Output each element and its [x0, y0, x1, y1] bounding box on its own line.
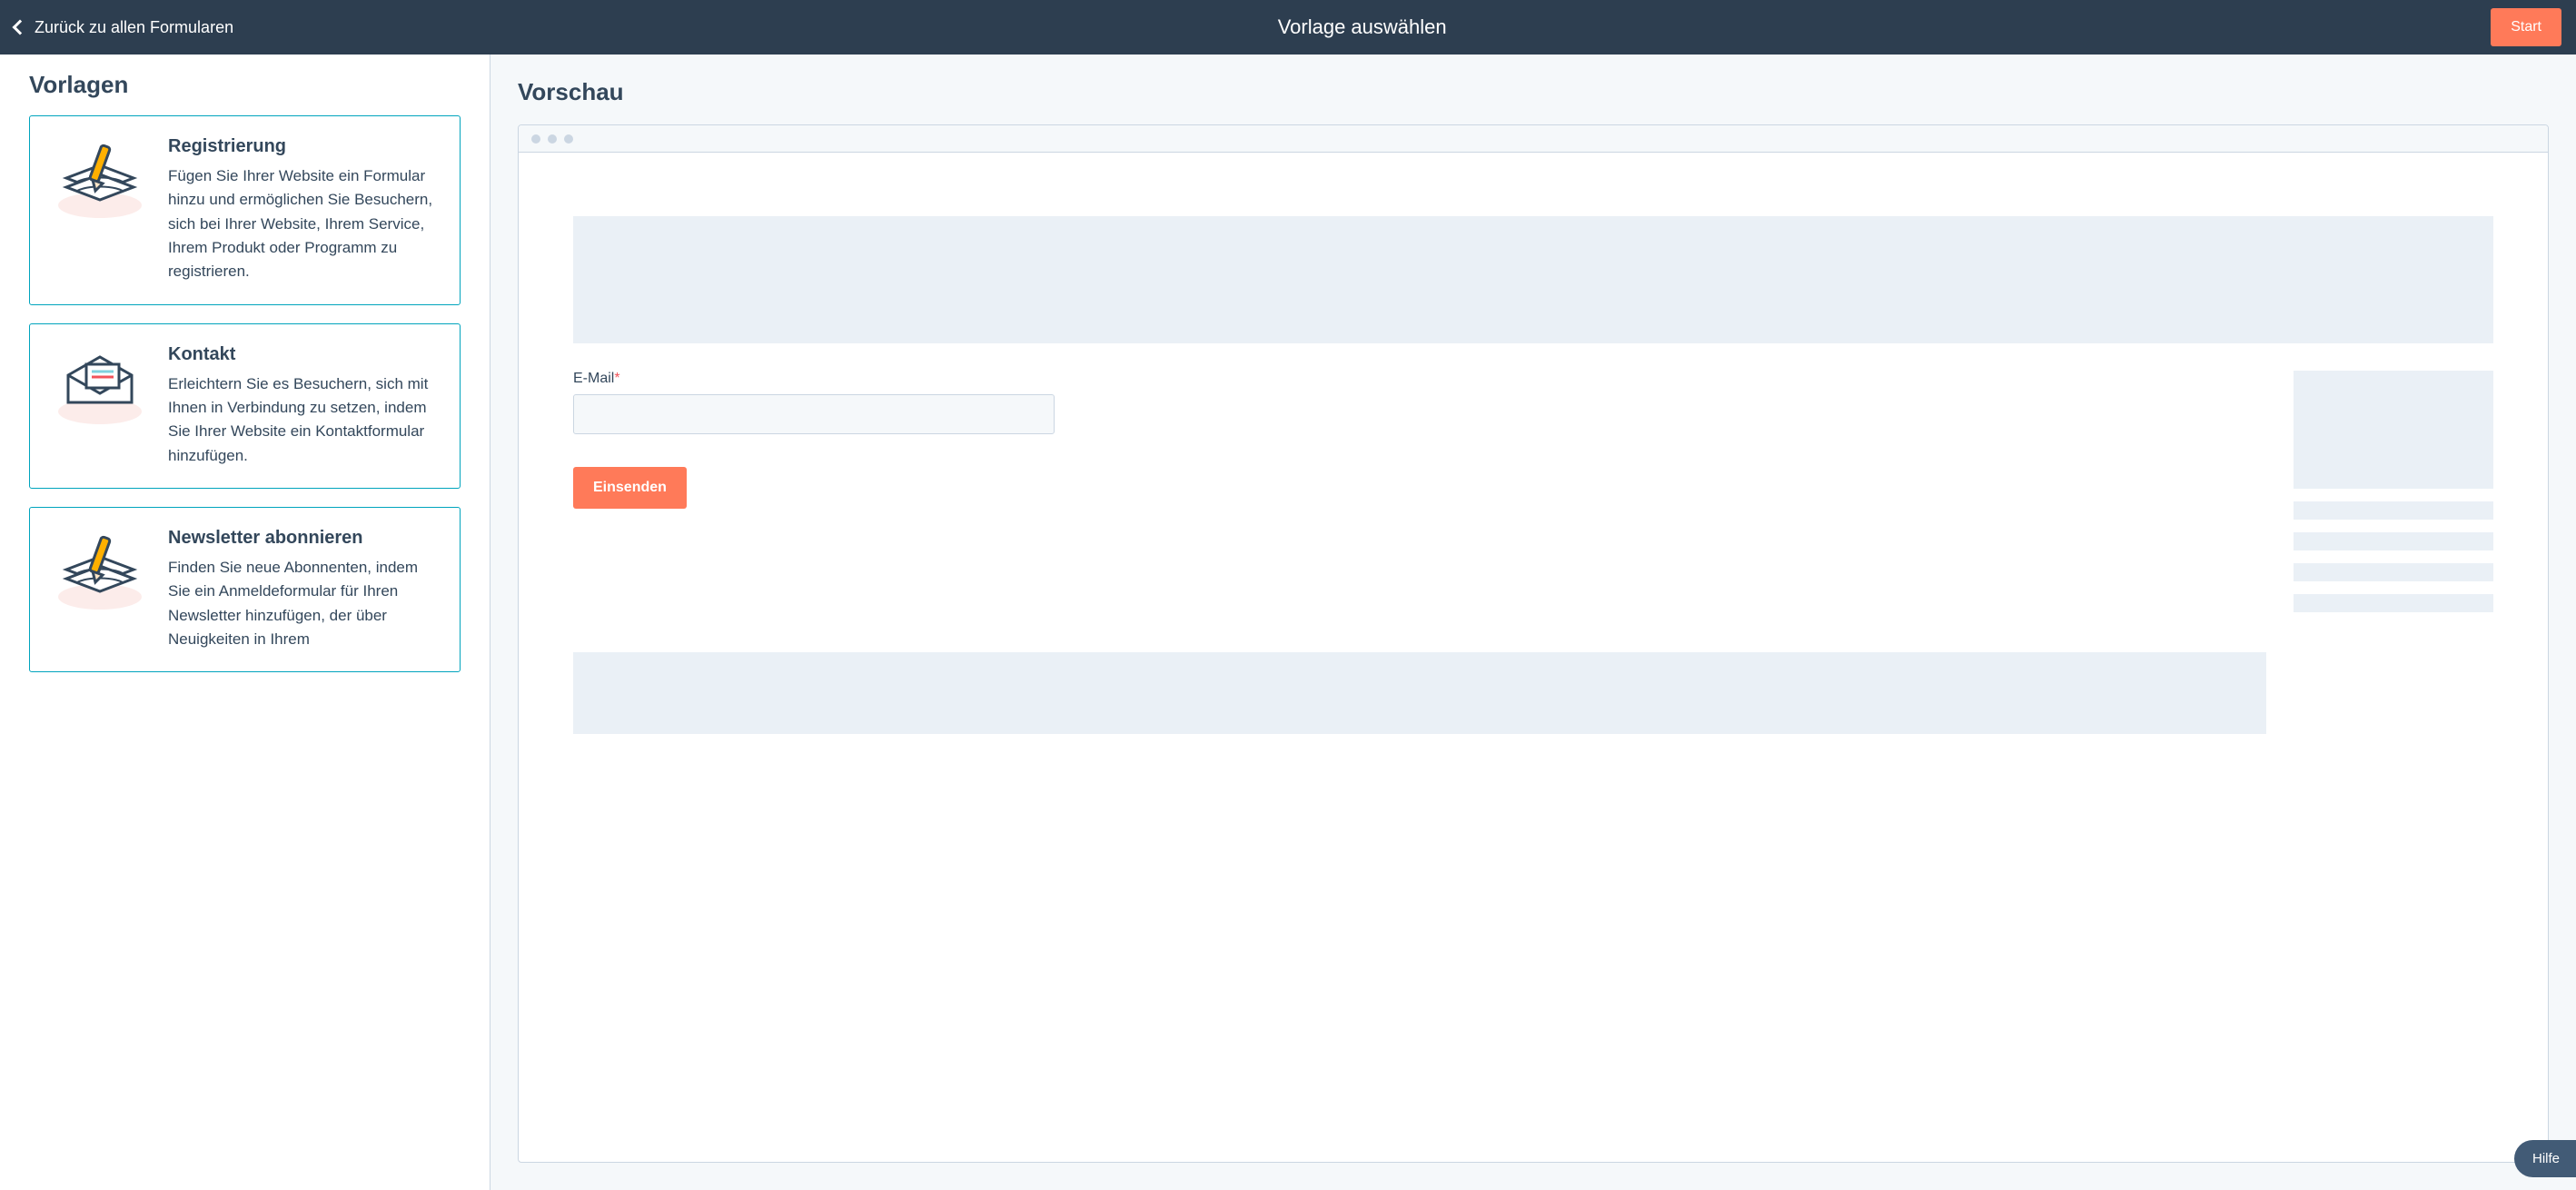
- content-placeholder: [573, 216, 2493, 343]
- sidebar-placeholders: [2294, 371, 2493, 625]
- submit-button[interactable]: Einsenden: [573, 467, 687, 509]
- preview-heading: Vorschau: [518, 78, 2549, 106]
- window-dot-icon: [531, 134, 540, 144]
- template-card-desc: Erleichtern Sie es Besuchern, sich mit I…: [168, 372, 440, 468]
- template-card-title: Registrierung: [168, 136, 440, 157]
- form-pencil-icon: [50, 528, 150, 651]
- email-label-text: E-Mail: [573, 371, 614, 386]
- template-card-desc: Finden Sie neue Abonnenten, indem Sie ei…: [168, 556, 440, 651]
- chevron-left-icon: [13, 20, 28, 35]
- template-card-registration[interactable]: Registrierung Fügen Sie Ihrer Website ei…: [29, 115, 461, 305]
- template-card-contact[interactable]: Kontakt Erleichtern Sie es Besuchern, si…: [29, 323, 461, 489]
- templates-heading: Vorlagen: [29, 71, 461, 99]
- form-block: E-Mail* Einsenden: [573, 371, 2266, 625]
- required-asterisk: *: [614, 371, 619, 386]
- browser-chrome: [519, 125, 2548, 153]
- template-card-text: Kontakt Erleichtern Sie es Besuchern, si…: [168, 344, 440, 468]
- top-bar: Zurück zu allen Formularen Vorlage auswä…: [0, 0, 2576, 55]
- back-link[interactable]: Zurück zu allen Formularen: [15, 18, 233, 37]
- envelope-icon: [50, 344, 150, 468]
- help-button[interactable]: Hilfe: [2514, 1140, 2576, 1177]
- template-card-text: Newsletter abonnieren Finden Sie neue Ab…: [168, 528, 440, 651]
- content-placeholder: [2294, 563, 2493, 581]
- email-field[interactable]: [573, 394, 1055, 434]
- preview-panel: Vorschau E-Mail* Einsenden: [490, 55, 2576, 1190]
- template-card-title: Kontakt: [168, 344, 440, 365]
- preview-page: E-Mail* Einsenden: [519, 153, 2548, 788]
- page-title: Vorlage auswählen: [1278, 15, 1447, 39]
- window-dot-icon: [548, 134, 557, 144]
- content-placeholder: [2294, 371, 2493, 489]
- templates-panel: Vorlagen Registrierung Fügen Sie Ihrer W…: [0, 55, 490, 1190]
- back-link-label: Zurück zu allen Formularen: [35, 18, 233, 37]
- template-card-newsletter[interactable]: Newsletter abonnieren Finden Sie neue Ab…: [29, 507, 461, 672]
- form-pencil-icon: [50, 136, 150, 284]
- start-button[interactable]: Start: [2491, 8, 2561, 46]
- content-placeholder: [2294, 501, 2493, 520]
- template-card-title: Newsletter abonnieren: [168, 528, 440, 549]
- template-card-text: Registrierung Fügen Sie Ihrer Website ei…: [168, 136, 440, 284]
- main-layout: Vorlagen Registrierung Fügen Sie Ihrer W…: [0, 55, 2576, 1190]
- content-placeholder: [2294, 532, 2493, 550]
- browser-body[interactable]: E-Mail* Einsenden: [519, 153, 2548, 1162]
- browser-frame: E-Mail* Einsenden: [518, 124, 2549, 1163]
- template-card-desc: Fügen Sie Ihrer Website ein Formular hin…: [168, 164, 440, 284]
- window-dot-icon: [564, 134, 573, 144]
- content-placeholder: [573, 652, 2266, 734]
- email-field-label: E-Mail*: [573, 371, 2266, 387]
- content-placeholder: [2294, 594, 2493, 612]
